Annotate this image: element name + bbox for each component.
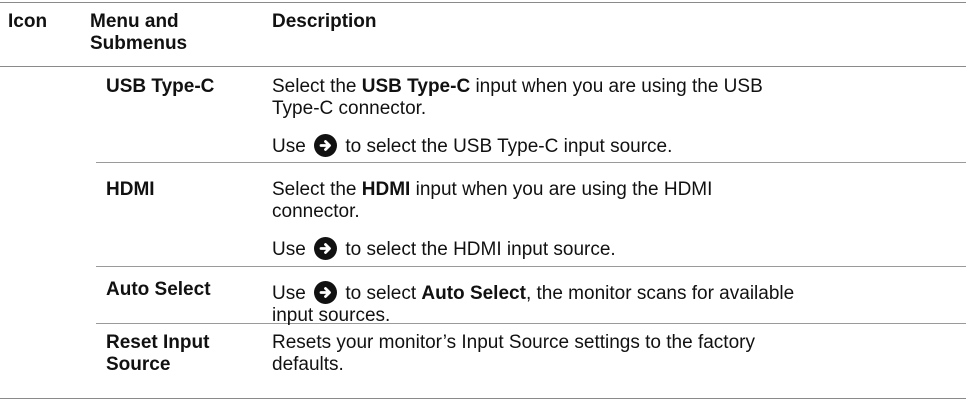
header-menu-line2: Submenus: [90, 33, 188, 54]
header-description: Description: [272, 11, 377, 32]
table-top-rule: [0, 2, 966, 3]
menu-reset-line1: Reset Input: [106, 332, 210, 353]
header-menu-line1: Menu and: [90, 11, 179, 32]
menu-hdmi: HDMI: [106, 179, 155, 200]
arrow-right-circle-icon: [314, 281, 338, 304]
usb-type-c-use-line: Use to select the USB Type-C input sourc…: [272, 134, 673, 157]
hdmi-description: Select the HDMI input when you are using…: [272, 179, 713, 222]
row-divider: [96, 266, 966, 267]
menu-reset-input-source: Reset Input Source: [106, 332, 209, 376]
arrow-right-circle-icon: [314, 134, 338, 157]
usb-type-c-description: Select the USB Type-C input when you are…: [272, 76, 763, 119]
menu-auto-select: Auto Select: [106, 279, 211, 300]
header-rule: [0, 66, 966, 67]
reset-input-source-description: Resets your monitor’s Input Source setti…: [272, 332, 755, 375]
table-bottom-rule: [0, 398, 966, 399]
hdmi-use-line: Use to select the HDMI input source.: [272, 237, 616, 260]
arrow-right-circle-icon: [314, 237, 338, 260]
menu-usb-type-c: USB Type-C: [106, 76, 215, 97]
row-divider: [96, 162, 966, 163]
menu-reset-line2: Source: [106, 354, 171, 375]
header-menu: Menu and Submenus: [90, 11, 187, 55]
header-icon: Icon: [8, 11, 48, 32]
auto-select-description: Use to select Auto Select, the monitor s…: [272, 281, 795, 326]
